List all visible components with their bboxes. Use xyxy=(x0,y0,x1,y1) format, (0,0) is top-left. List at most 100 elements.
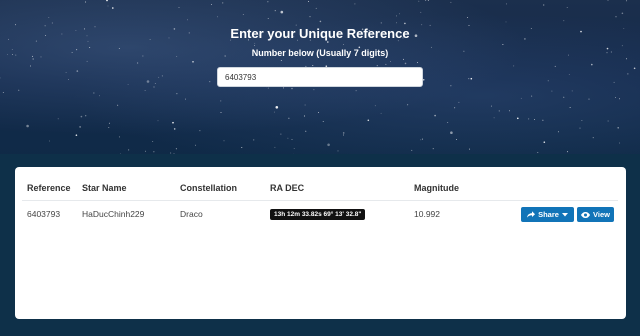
star-dot xyxy=(217,16,219,18)
star-dot xyxy=(619,142,621,144)
star-dot xyxy=(283,87,285,89)
star-dot xyxy=(15,24,17,26)
star-dot xyxy=(48,140,50,142)
star-dot xyxy=(547,80,549,82)
star-dot xyxy=(273,111,275,113)
star-dot xyxy=(420,139,422,141)
star-dot xyxy=(57,118,59,120)
star-dot xyxy=(85,115,87,117)
star-dot xyxy=(199,130,201,132)
star-dot xyxy=(517,117,519,120)
view-button[interactable]: View xyxy=(577,207,614,222)
header-star-name: Star Name xyxy=(82,183,127,193)
hero-title: Enter your Unique Reference xyxy=(230,26,410,41)
star-dot xyxy=(253,139,255,141)
star-dot xyxy=(557,131,559,133)
star-dot xyxy=(137,62,139,64)
star-dot xyxy=(79,126,81,128)
share-button[interactable]: Share xyxy=(521,207,574,222)
star-dot xyxy=(0,77,1,79)
star-dot xyxy=(291,87,293,90)
star-dot xyxy=(458,101,460,103)
header-constellation: Constellation xyxy=(180,183,238,193)
star-dot xyxy=(117,104,119,106)
star-dot xyxy=(613,81,615,83)
star-dot xyxy=(107,5,109,7)
view-label: View xyxy=(593,210,610,219)
star-dot xyxy=(154,83,156,84)
star-dot xyxy=(427,0,429,1)
star-dot xyxy=(176,93,178,95)
star-dot xyxy=(520,97,522,99)
star-dot xyxy=(303,115,305,117)
star-dot xyxy=(554,65,556,67)
star-dot xyxy=(172,121,174,124)
star-dot xyxy=(327,143,330,147)
star-dot xyxy=(567,151,569,153)
star-dot xyxy=(396,22,397,24)
star-dot xyxy=(313,89,315,91)
star-dot xyxy=(108,126,110,128)
star-dot xyxy=(390,61,391,62)
star-dot xyxy=(274,10,276,12)
star-dot xyxy=(152,141,154,142)
star-dot xyxy=(396,15,397,17)
star-dot xyxy=(308,1,310,2)
star-dot xyxy=(543,141,546,143)
star-dot xyxy=(581,120,583,121)
star-dot xyxy=(106,0,108,2)
star-dot xyxy=(274,146,276,148)
star-dot xyxy=(185,98,186,100)
star-dot xyxy=(627,73,629,75)
star-dot xyxy=(621,12,624,15)
star-dot xyxy=(615,97,616,98)
header-ra-dec: RA DEC xyxy=(270,183,305,193)
star-dot xyxy=(315,7,317,9)
star-dot xyxy=(568,73,570,75)
star-dot xyxy=(343,134,344,136)
star-dot xyxy=(469,148,471,150)
star-dot xyxy=(157,120,159,122)
star-dot xyxy=(280,133,282,135)
star-dot xyxy=(542,119,544,121)
star-dot xyxy=(498,110,500,112)
star-dot xyxy=(222,2,224,4)
star-dot xyxy=(146,80,150,83)
star-dot xyxy=(502,44,504,46)
star-dot xyxy=(223,140,225,142)
star-dot xyxy=(267,17,269,19)
star-dot xyxy=(318,111,319,113)
star-dot xyxy=(211,3,213,5)
star-dot xyxy=(633,67,636,70)
star-dot xyxy=(99,95,100,97)
cell-star-name: HaDucChinh229 xyxy=(82,209,145,219)
star-dot xyxy=(153,86,155,88)
cell-constellation: Draco xyxy=(180,209,203,219)
star-dot xyxy=(30,65,31,67)
star-dot xyxy=(173,128,176,130)
star-dot xyxy=(592,137,594,139)
eye-icon xyxy=(581,211,591,218)
star-dot xyxy=(450,1,452,3)
star-dot xyxy=(108,122,110,124)
star-dot xyxy=(192,61,194,63)
star-dot xyxy=(543,4,545,6)
star-dot xyxy=(450,131,453,134)
star-dot xyxy=(425,0,427,1)
star-dot xyxy=(355,90,357,92)
star-dot xyxy=(607,0,609,1)
star-dot xyxy=(187,19,188,21)
star-dot xyxy=(376,65,378,67)
star-dot xyxy=(528,118,530,120)
star-dot xyxy=(75,134,78,136)
star-dot xyxy=(569,107,571,108)
star-dot xyxy=(309,16,311,18)
reference-input[interactable] xyxy=(217,67,423,87)
star-dot xyxy=(327,41,329,43)
star-dot xyxy=(178,6,180,8)
share-icon xyxy=(527,211,536,218)
star-dot xyxy=(621,45,623,47)
star-dot xyxy=(254,42,256,44)
star-dot xyxy=(254,44,255,46)
star-dot xyxy=(158,76,160,78)
